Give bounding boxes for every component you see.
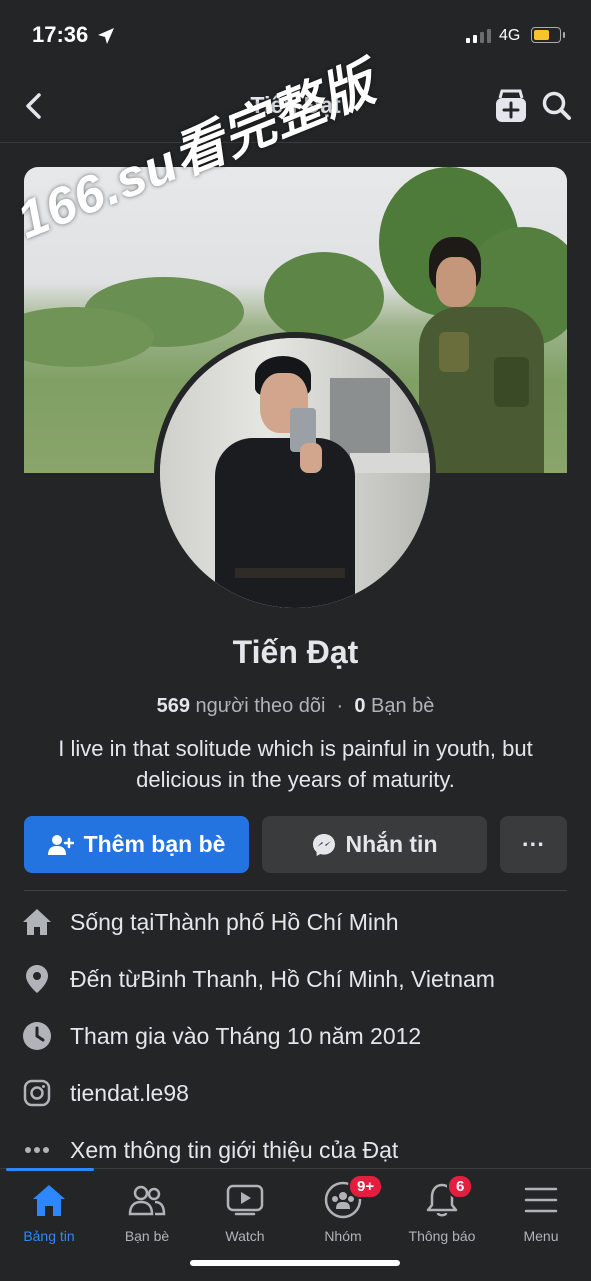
message-label: Nhắn tin	[345, 831, 438, 857]
info-prefix: Đến từ	[70, 965, 141, 992]
status-bar: 17:36 4G	[0, 0, 591, 70]
groups-badge: 9+	[348, 1174, 384, 1199]
home-icon	[22, 907, 52, 937]
info-value[interactable]: Thành phố Hồ Chí Minh	[154, 909, 398, 936]
home-indicator	[190, 1260, 400, 1266]
tab-label: Bảng tin	[23, 1228, 75, 1244]
cellular-signal-icon	[466, 29, 491, 43]
message-button[interactable]: Nhắn tin	[262, 816, 487, 873]
friends-icon	[98, 1180, 196, 1220]
profile-bio: I live in that solitude which is painful…	[58, 736, 533, 792]
info-row-see-about[interactable]: Xem thông tin giới thiệu của Đạt	[22, 1130, 582, 1170]
profile-name: Tiến Đạt	[232, 634, 359, 670]
tab-friends[interactable]: Bạn bè	[98, 1180, 196, 1244]
instagram-icon	[22, 1078, 52, 1108]
add-friend-button[interactable]: Thêm bạn bè	[24, 816, 249, 873]
info-prefix: Sống tại	[70, 908, 155, 935]
groups-icon: 9+	[294, 1174, 392, 1220]
home-tab-icon	[0, 1180, 98, 1220]
add-friend-label: Thêm bạn bè	[83, 831, 226, 857]
more-options-button[interactable]: ···	[500, 816, 567, 873]
info-row-lives-in: Sống tại Thành phố Hồ Chí Minh	[22, 902, 582, 942]
followers-label[interactable]: người theo dõi	[196, 695, 326, 717]
battery-icon	[531, 27, 565, 43]
bell-icon: 6	[393, 1174, 491, 1220]
location-pin-icon	[22, 964, 52, 994]
more-dots-icon	[22, 1135, 52, 1165]
profile-avatar[interactable]	[154, 332, 436, 614]
instagram-handle[interactable]: tiendat.le98	[70, 1080, 189, 1107]
avatar-photo	[160, 338, 430, 608]
tab-label: Watch	[225, 1228, 265, 1244]
tab-label: Bạn bè	[124, 1228, 170, 1244]
shop-add-icon[interactable]	[493, 88, 529, 124]
info-value[interactable]: Binh Thanh, Hồ Chí Minh, Vietnam	[140, 966, 495, 993]
search-icon[interactable]	[541, 90, 573, 122]
profile-stats: 569 người theo dõi · 0 Bạn bè	[0, 695, 591, 718]
see-about-label[interactable]: Xem thông tin giới thiệu của Đạt	[70, 1137, 398, 1164]
active-tab-indicator	[6, 1168, 94, 1171]
tab-label: Thông báo	[408, 1228, 476, 1244]
followers-count: 569	[156, 695, 190, 717]
section-divider	[24, 890, 567, 891]
tab-menu[interactable]: Menu	[492, 1180, 590, 1244]
tab-watch[interactable]: Watch	[196, 1180, 294, 1244]
clock-icon	[22, 1021, 52, 1051]
tab-groups[interactable]: 9+ Nhóm	[294, 1174, 392, 1244]
watch-icon	[196, 1180, 294, 1220]
tab-label: Nhóm	[324, 1228, 362, 1244]
status-time: 17:36	[32, 22, 89, 47]
friends-label[interactable]: Bạn bè	[371, 695, 434, 717]
stats-separator: ·	[331, 695, 349, 717]
location-arrow-icon	[98, 28, 114, 44]
info-text: Tham gia vào Tháng 10 năm 2012	[70, 1022, 422, 1049]
info-row-instagram[interactable]: tiendat.le98	[22, 1073, 582, 1113]
network-type: 4G	[499, 27, 521, 44]
friends-count: 0	[354, 695, 366, 717]
tab-notifications[interactable]: 6 Thông báo	[393, 1174, 491, 1244]
info-row-from: Đến từ Binh Thanh, Hồ Chí Minh, Vietnam	[22, 959, 582, 999]
menu-icon	[492, 1180, 590, 1220]
tab-feed[interactable]: Bảng tin	[0, 1180, 98, 1244]
tab-label: Menu	[523, 1228, 559, 1244]
more-options-icon: ···	[522, 831, 545, 857]
messenger-icon	[312, 833, 335, 856]
add-friend-icon	[47, 834, 74, 855]
info-row-joined: Tham gia vào Tháng 10 năm 2012	[22, 1016, 582, 1056]
notifications-badge: 6	[447, 1174, 474, 1199]
